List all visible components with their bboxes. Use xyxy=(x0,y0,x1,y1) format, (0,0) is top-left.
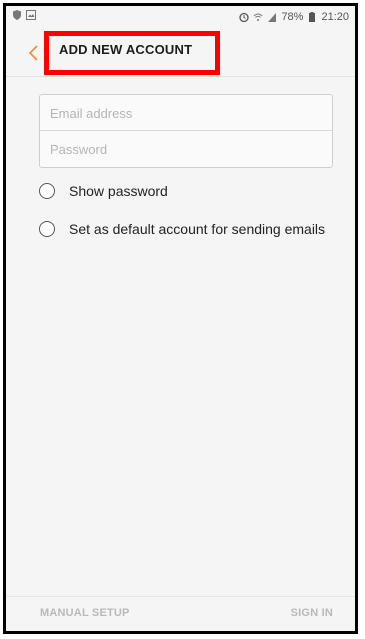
shield-icon xyxy=(13,10,21,20)
email-field[interactable] xyxy=(40,95,332,131)
default-account-label: Set as default account for sending email… xyxy=(69,221,326,237)
manual-setup-button[interactable]: MANUAL SETUP xyxy=(40,607,130,619)
status-left xyxy=(12,10,36,20)
sign-in-button[interactable]: SIGN IN xyxy=(291,607,333,619)
app-frame: 78% 21:20 ADD NEW ACCOUNT Show password … xyxy=(3,3,358,634)
password-field-wrapper xyxy=(40,131,332,167)
show-password-radio[interactable] xyxy=(39,183,55,199)
status-bar: 78% 21:20 xyxy=(6,6,355,28)
wifi-icon xyxy=(254,13,263,21)
password-field[interactable] xyxy=(40,131,332,167)
default-account-radio[interactable] xyxy=(39,221,55,237)
show-password-option[interactable]: Show password xyxy=(39,179,168,203)
bottom-action-bar: MANUAL SETUP SIGN IN xyxy=(6,596,355,631)
status-right: 78% 21:20 xyxy=(239,11,349,23)
signal-icon xyxy=(268,13,277,22)
highlight-box xyxy=(44,31,220,75)
image-icon xyxy=(26,10,36,20)
battery-icon xyxy=(309,12,316,22)
alarm-icon xyxy=(239,12,250,22)
login-form xyxy=(39,94,333,168)
show-password-label: Show password xyxy=(69,183,168,199)
default-account-option[interactable]: Set as default account for sending email… xyxy=(39,217,325,241)
email-field-wrapper xyxy=(40,95,332,131)
clock: 21:20 xyxy=(321,11,349,23)
battery-percent: 78% xyxy=(281,11,304,23)
back-arrow-icon[interactable] xyxy=(26,45,42,61)
